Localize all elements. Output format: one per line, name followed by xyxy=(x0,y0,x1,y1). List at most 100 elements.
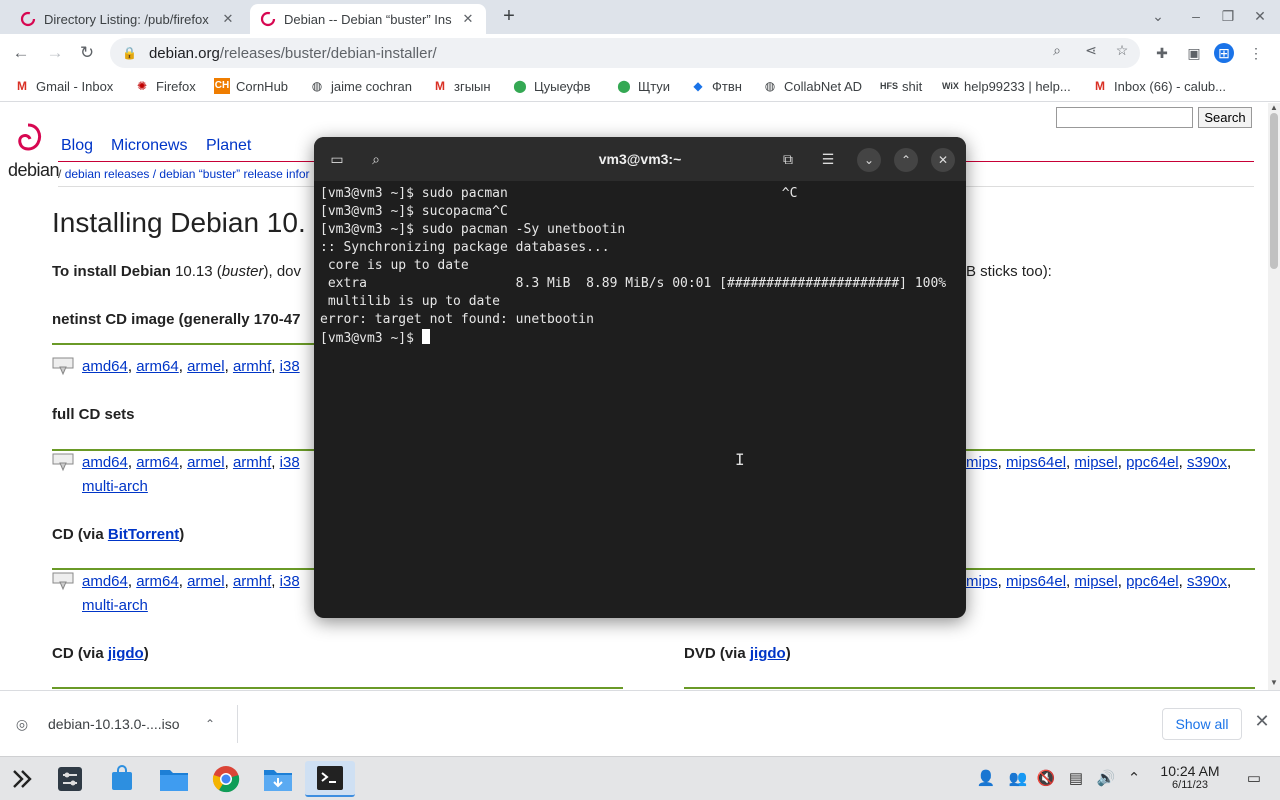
close-tab-icon[interactable]: ✕ xyxy=(460,11,476,27)
profile-avatar[interactable]: ⊞ xyxy=(1214,43,1234,63)
app-launcher-icon[interactable] xyxy=(0,761,44,797)
menu-kebab-icon[interactable]: ⋮ xyxy=(1246,43,1266,63)
scroll-up-icon[interactable]: ▲ xyxy=(1270,103,1278,112)
new-tab-icon[interactable]: ⧉ xyxy=(776,148,800,170)
arch-link[interactable]: armhf xyxy=(233,454,271,471)
chevron-up-icon[interactable]: ⌃ xyxy=(205,717,221,731)
hamburger-menu-icon[interactable]: ☰ xyxy=(816,148,840,170)
minimize-icon[interactable]: – xyxy=(1186,8,1206,24)
terminal-window[interactable]: vm3@vm3:~ ▭ ⌕ ⧉ ☰ ⌄ ⌃ ✕ [vm3@vm3 ~]$ sud… xyxy=(314,137,966,618)
tab-debian-installer[interactable]: Debian -- Debian “buster” Ins ✕ xyxy=(250,4,486,34)
clock[interactable]: 10:24 AM 6/11/23 xyxy=(1150,763,1230,791)
jigdo-link[interactable]: jigdo xyxy=(108,645,144,662)
arch-link[interactable]: armhf xyxy=(233,573,271,590)
breadcrumb-buster-info[interactable]: / debian “buster” release infor xyxy=(153,167,310,181)
arch-link[interactable]: amd64 xyxy=(82,573,128,590)
bittorrent-link[interactable]: BitTorrent xyxy=(108,526,179,543)
reload-button[interactable]: ↻ xyxy=(76,42,98,64)
side-panel-icon[interactable]: ▣ xyxy=(1184,43,1204,63)
system-settings-icon[interactable] xyxy=(48,761,92,797)
nav-planet[interactable]: Planet xyxy=(206,137,251,155)
close-icon[interactable]: ✕ xyxy=(931,148,955,172)
bookmark-star-icon[interactable]: ☆ xyxy=(1113,42,1131,59)
nav-micronews[interactable]: Micronews xyxy=(111,137,187,155)
network-icon[interactable]: ▤ xyxy=(1066,769,1086,789)
arch-link[interactable]: mips xyxy=(966,454,998,471)
bookmark-item[interactable]: ◆ Фтвн xyxy=(690,78,742,94)
software-store-icon[interactable] xyxy=(100,761,144,797)
arch-link[interactable]: mipsel xyxy=(1074,454,1117,471)
file-manager-icon[interactable] xyxy=(152,761,196,797)
arch-link[interactable]: i38 xyxy=(280,573,300,590)
multi-arch-link[interactable]: multi-arch xyxy=(82,478,148,495)
arch-link[interactable]: i38 xyxy=(280,358,300,375)
arch-link[interactable]: mips64el xyxy=(1006,454,1066,471)
show-desktop-icon[interactable]: ▭ xyxy=(1244,769,1264,789)
close-tab-icon[interactable]: ✕ xyxy=(220,11,236,27)
new-tab-button[interactable]: + xyxy=(498,6,520,28)
site-search-button[interactable]: Search xyxy=(1198,107,1252,128)
extensions-icon[interactable]: ✚ xyxy=(1152,43,1172,63)
tab-directory-listing[interactable]: Directory Listing: /pub/firefox ✕ xyxy=(10,4,246,34)
arch-link[interactable]: amd64 xyxy=(82,358,128,375)
arch-link[interactable]: i38 xyxy=(280,454,300,471)
scroll-down-icon[interactable]: ▼ xyxy=(1270,678,1278,687)
breadcrumb-debian-releases[interactable]: debian releases xyxy=(65,167,150,181)
arch-link[interactable]: armel xyxy=(187,454,225,471)
arch-link[interactable]: arm64 xyxy=(136,358,179,375)
share-icon[interactable]: ⋖ xyxy=(1082,42,1100,59)
bookmark-item[interactable]: ⬤ Цуыеуфв xyxy=(512,78,590,94)
arch-link[interactable]: armel xyxy=(187,358,225,375)
arch-link[interactable]: arm64 xyxy=(136,454,179,471)
show-all-button[interactable]: Show all xyxy=(1162,708,1242,740)
bookmark-item[interactable]: CH CornHub xyxy=(214,78,288,94)
chevron-up-icon[interactable]: ⌃ xyxy=(894,148,918,172)
terminal-output[interactable]: [vm3@vm3 ~]$ sudo pacman ^C [vm3@vm3 ~]$ … xyxy=(320,185,960,348)
terminal-headerbar[interactable]: vm3@vm3:~ ▭ ⌕ ⧉ ☰ ⌄ ⌃ ✕ xyxy=(314,137,966,181)
arch-link[interactable]: armhf xyxy=(233,358,271,375)
scrollbar-thumb[interactable] xyxy=(1270,113,1278,269)
bookmark-item[interactable]: ◍ CollabNet AD xyxy=(762,78,862,94)
address-bar[interactable]: 🔒 debian.org/releases/buster/debian-inst… xyxy=(110,38,1140,68)
terminal-app-icon[interactable]: ▭ xyxy=(325,148,349,170)
bookmark-item[interactable]: Mзгыын xyxy=(432,78,491,94)
bookmark-item[interactable]: M Inbox (66) - calub... xyxy=(1092,78,1226,94)
arch-link[interactable]: arm64 xyxy=(136,573,179,590)
arch-link[interactable]: ppc64el xyxy=(1126,454,1179,471)
user-switch-icon[interactable]: 👥 xyxy=(1008,769,1028,789)
nav-blog[interactable]: Blog xyxy=(61,137,93,155)
site-search-input[interactable] xyxy=(1056,107,1193,128)
multi-arch-link[interactable]: multi-arch xyxy=(82,597,148,614)
terminal-prompt-line[interactable]: [vm3@vm3 ~]$ xyxy=(320,329,960,348)
arch-link[interactable]: s390x xyxy=(1187,573,1227,590)
bookmark-item[interactable]: HFS shit xyxy=(880,78,922,94)
volume-icon[interactable]: 🔊 xyxy=(1096,769,1116,789)
muted-volume-icon[interactable]: 🔇 xyxy=(1036,769,1056,789)
chrome-icon[interactable] xyxy=(204,761,248,797)
downloads-folder-icon[interactable] xyxy=(256,761,300,797)
debian-logo[interactable]: debian xyxy=(8,121,60,181)
bookmark-item[interactable]: ◍ jaime cochran xyxy=(309,78,412,94)
arch-link[interactable]: mipsel xyxy=(1074,573,1117,590)
arch-link[interactable]: s390x xyxy=(1187,454,1227,471)
bookmark-item[interactable]: ⬤ Щтуи xyxy=(616,78,670,94)
zoom-search-icon[interactable]: ⌕ xyxy=(1048,42,1066,59)
bookmark-item[interactable]: ✺ Firefox xyxy=(134,78,196,94)
arch-link[interactable]: mips64el xyxy=(1006,573,1066,590)
terminal-taskbar-icon[interactable] xyxy=(305,761,355,797)
bookmark-item[interactable]: M Gmail - Inbox xyxy=(14,78,113,94)
arch-link[interactable]: armel xyxy=(187,573,225,590)
page-scrollbar[interactable]: ▲ ▼ xyxy=(1268,103,1280,690)
bookmark-item[interactable]: WiX help99233 | help... xyxy=(942,78,1071,94)
tab-search-icon[interactable]: ⌄ xyxy=(1148,8,1168,25)
window-close-icon[interactable]: ✕ xyxy=(1250,8,1270,25)
user-icon[interactable]: 👤 xyxy=(976,769,996,789)
arch-link[interactable]: amd64 xyxy=(82,454,128,471)
forward-button[interactable]: → xyxy=(44,42,66,64)
chevron-down-icon[interactable]: ⌄ xyxy=(857,148,881,172)
restore-icon[interactable]: ❐ xyxy=(1218,8,1238,25)
search-icon[interactable]: ⌕ xyxy=(364,148,388,170)
jigdo-link[interactable]: jigdo xyxy=(750,645,786,662)
back-button[interactable]: ← xyxy=(10,42,32,64)
arch-link[interactable]: ppc64el xyxy=(1126,573,1179,590)
